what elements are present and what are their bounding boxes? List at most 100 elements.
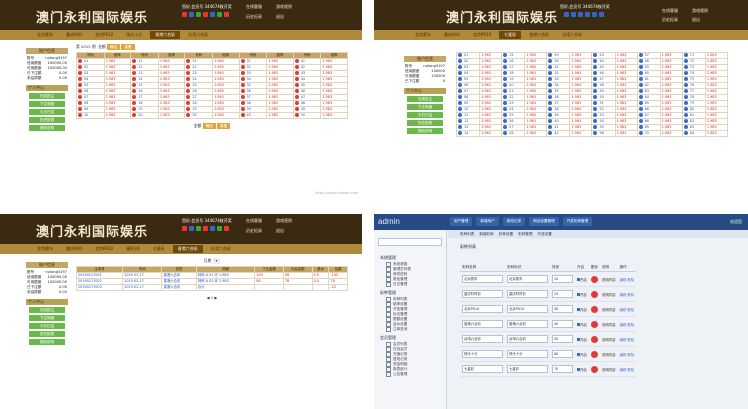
subbar-link[interactable]: 开奖设置 (538, 232, 552, 237)
side-button[interactable]: 在线投注 (29, 93, 65, 99)
sort-field[interactable]: 70 (552, 365, 573, 373)
footer-reset-button[interactable]: 重置 (217, 123, 231, 129)
toplink-history[interactable]: 历史纪录 (246, 228, 262, 234)
delete-link[interactable]: 删除 (627, 278, 634, 282)
side-button[interactable]: 历史报表 (29, 331, 65, 337)
edit-link[interactable]: 编辑 (620, 353, 627, 357)
side-button[interactable]: 今日已结 (29, 109, 65, 115)
pagination[interactable]: ◀ 1 ▶ (76, 295, 348, 300)
sort-field[interactable]: 60 (552, 350, 573, 358)
odds-cell[interactable]: 1.983 (704, 130, 729, 137)
number-cell[interactable]: 14 (455, 130, 481, 137)
confirm-button[interactable]: 确定 (106, 44, 121, 50)
subbar-link[interactable]: 彩种管理 (518, 232, 532, 237)
number-cell[interactable]: 10 (76, 112, 105, 119)
delete-link[interactable]: 删除 (627, 338, 634, 342)
subbar-link[interactable]: 彩种设置 (499, 232, 513, 237)
admin-tab[interactable]: 开奖彩种管理 (562, 217, 593, 226)
tab-game[interactable]: 重庆时时 (61, 31, 87, 39)
number-cell[interactable]: 84 (681, 130, 706, 137)
name-field[interactable]: 重庆时时彩 (462, 290, 503, 298)
toplink-rules[interactable]: 游戏规则 (276, 4, 292, 10)
tab-game[interactable]: 重庆时时 (61, 245, 87, 253)
edit-link[interactable]: 编辑 (620, 308, 627, 312)
tab-game-active[interactable]: 香港六合彩 (150, 31, 181, 39)
delete-link[interactable]: 删除 (627, 308, 634, 312)
subbar-link[interactable]: 新增彩种 (479, 232, 493, 237)
sort-field[interactable]: 30 (552, 305, 573, 313)
sidebar-item[interactable]: 公告管理 (374, 372, 446, 377)
odds-cell[interactable]: 1.983 (659, 130, 683, 137)
toplink-rules[interactable]: 游戏规则 (276, 218, 292, 224)
tab-game[interactable]: 北京赛车 (410, 31, 436, 39)
tab-game[interactable]: 福利3D (121, 245, 145, 253)
key-field[interactable]: 七星彩 (507, 365, 548, 373)
sort-field[interactable]: 50 (552, 335, 573, 343)
toplink-logout[interactable]: 退出 (276, 228, 284, 234)
toplink-logout[interactable]: 退出 (692, 17, 700, 23)
admin-tab[interactable]: 用户管理 (450, 217, 473, 226)
delete-link[interactable]: 删除 (627, 293, 634, 297)
key-field[interactable]: 北京赛车 (507, 275, 548, 283)
tab-game[interactable]: 北京赛车 (32, 245, 58, 253)
edit-link[interactable]: 编辑 (620, 338, 627, 342)
toplink-logout[interactable]: 退出 (276, 14, 284, 20)
number-cell[interactable]: 30 (184, 112, 214, 119)
tab-game[interactable]: 北京PK10 (90, 245, 118, 253)
odds-cell[interactable]: 1.983 (479, 130, 503, 137)
tab-game[interactable]: 北京PK10 (90, 31, 118, 39)
edit-link[interactable]: 编辑 (620, 368, 627, 372)
side-button[interactable]: 规则说明 (407, 128, 443, 134)
toplink-history[interactable]: 历史纪录 (662, 17, 678, 23)
admin-tab[interactable]: 网站设置管理 (529, 217, 559, 226)
delete-link[interactable]: 删除 (627, 353, 634, 357)
side-button[interactable]: 规则说明 (29, 125, 65, 131)
delete-link[interactable]: 删除 (627, 323, 634, 327)
tab-game[interactable]: 北京赛车 (32, 31, 58, 39)
side-button[interactable]: 在线投注 (29, 307, 65, 313)
date-select[interactable]: ▾ (212, 258, 221, 264)
name-field[interactable]: 台湾六合彩 (462, 335, 503, 343)
delete-link[interactable]: 删除 (627, 368, 634, 372)
edit-link[interactable]: 编辑 (620, 278, 627, 282)
tab-game[interactable]: 七星彩 (148, 245, 170, 253)
tab-game[interactable]: 快乐十分 (121, 31, 147, 39)
tab-game[interactable]: 重庆时时 (439, 31, 465, 39)
name-field[interactable]: 快乐十分 (462, 350, 503, 358)
toplink-service[interactable]: 在线客服 (246, 218, 262, 224)
key-field[interactable]: 重庆时时彩 (507, 290, 548, 298)
odds-cell[interactable]: 1.983 (212, 112, 240, 119)
name-field[interactable]: 七星彩 (462, 365, 503, 373)
side-button[interactable]: 下注明细 (407, 104, 443, 110)
side-button[interactable]: 历史报表 (29, 117, 65, 123)
odds-cell[interactable]: 1.983 (266, 112, 294, 119)
tab-game[interactable]: 台湾六合彩 (183, 31, 213, 39)
sort-field[interactable]: 10 (552, 275, 573, 283)
sidebar-search-input[interactable] (378, 238, 442, 246)
toplink-service[interactable]: 在线客服 (662, 8, 678, 14)
tab-game-active[interactable]: 七星彩 (499, 31, 522, 39)
number-cell[interactable]: 28 (501, 130, 526, 137)
side-button[interactable]: 下注明细 (29, 101, 65, 107)
side-button[interactable]: 历史报表 (407, 120, 443, 126)
number-cell[interactable]: 56 (591, 130, 616, 137)
number-cell[interactable]: 42 (546, 130, 571, 137)
admin-tab[interactable]: 新增用户 (476, 217, 499, 226)
toplink-service[interactable]: 在线客服 (246, 4, 262, 10)
side-button[interactable]: 下注明细 (29, 315, 65, 321)
side-button[interactable]: 规则说明 (29, 339, 65, 345)
odds-cell[interactable]: 1.983 (103, 112, 132, 119)
key-field[interactable]: 北京PK10 (507, 305, 548, 313)
tab-game[interactable]: 香港六合彩 (524, 31, 554, 39)
side-button[interactable]: 今日已结 (29, 323, 65, 329)
tab-game-active[interactable]: 香港六合彩 (172, 245, 203, 253)
name-field[interactable]: 香港六合彩 (462, 320, 503, 328)
key-field[interactable]: 台湾六合彩 (507, 335, 548, 343)
edit-link[interactable]: 编辑 (620, 293, 627, 297)
number-cell[interactable]: 70 (636, 130, 661, 137)
toplink-history[interactable]: 历史纪录 (246, 14, 262, 20)
sort-field[interactable]: 40 (552, 320, 573, 328)
odds-cell[interactable]: 1.983 (524, 130, 548, 137)
admin-tab[interactable]: 修改记录 (502, 217, 526, 226)
side-button[interactable]: 今日已结 (407, 112, 443, 118)
